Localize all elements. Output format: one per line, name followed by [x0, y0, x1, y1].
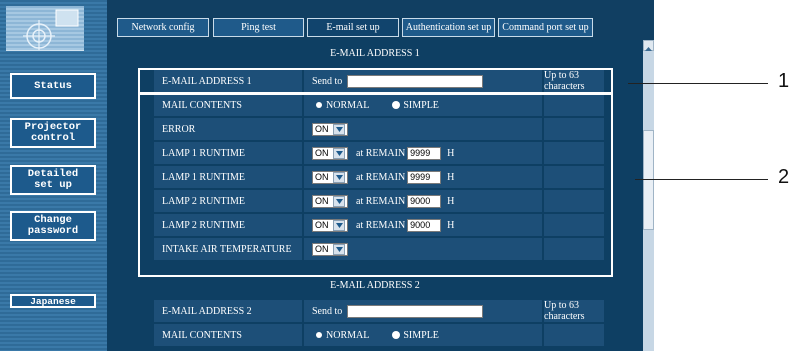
- scroll-up-icon[interactable]: [643, 40, 654, 51]
- status-button[interactable]: Status: [10, 73, 96, 99]
- tab-authentication-set-up[interactable]: Authentication set up: [402, 18, 495, 37]
- callout-number-1: 1: [778, 70, 790, 92]
- tab-network-config[interactable]: Network config: [117, 18, 209, 37]
- email-address-2-label: E-MAIL ADDRESS 2: [154, 300, 302, 322]
- radio-normal[interactable]: NORMAL: [316, 330, 369, 341]
- browser-frame: Status Projector control Detailed set up…: [0, 0, 654, 351]
- logo: [6, 6, 84, 51]
- projector-control-button[interactable]: Projector control: [10, 118, 96, 148]
- detailed-set-up-button[interactable]: Detailed set up: [10, 165, 96, 195]
- email-address-2-row: E-MAIL ADDRESS 2 Send to Up to 63 charac…: [154, 300, 604, 322]
- mail-contents-options: NORMAL SIMPLE: [304, 324, 542, 346]
- tab-ping-test[interactable]: Ping test: [213, 18, 304, 37]
- send-to-label: Send to: [312, 305, 343, 317]
- tab-command-port-set-up[interactable]: Command port set up: [498, 18, 593, 37]
- scroll-thumb[interactable]: [643, 130, 654, 230]
- email-address-2-input[interactable]: [347, 304, 484, 318]
- callout-line-2: [635, 179, 768, 180]
- mail-contents-row-2: MAIL CONTENTS NORMAL SIMPLE: [154, 324, 604, 346]
- section-title-email-2: E-MAIL ADDRESS 2: [330, 280, 420, 291]
- tab-email-set-up[interactable]: E-mail set up: [307, 18, 399, 37]
- callout-line-1: [628, 83, 768, 84]
- tab-bar: Network config Ping test E-mail set up A…: [107, 0, 654, 40]
- vertical-scrollbar[interactable]: [643, 40, 654, 351]
- empty-cell: [544, 324, 604, 346]
- japanese-button[interactable]: Japanese: [10, 294, 96, 308]
- radio-normal-label: NORMAL: [326, 329, 370, 341]
- char-limit-note: Up to 63 characters: [544, 300, 604, 322]
- target-logo-icon: [23, 9, 79, 50]
- change-password-button[interactable]: Change password: [10, 211, 96, 241]
- send-to-cell: Send to: [304, 300, 542, 322]
- callout-box-2: [138, 93, 613, 277]
- section-title-email-1: E-MAIL ADDRESS 1: [330, 48, 420, 59]
- radio-simple-icon[interactable]: [393, 332, 400, 338]
- callout-box-1: [138, 68, 613, 94]
- mail-contents-label: MAIL CONTENTS: [154, 324, 302, 346]
- callout-number-2: 2: [778, 166, 790, 188]
- radio-normal-icon[interactable]: [316, 332, 322, 338]
- sidebar: Status Projector control Detailed set up…: [0, 0, 107, 351]
- radio-simple[interactable]: SIMPLE: [393, 330, 439, 341]
- radio-simple-label: SIMPLE: [403, 329, 439, 341]
